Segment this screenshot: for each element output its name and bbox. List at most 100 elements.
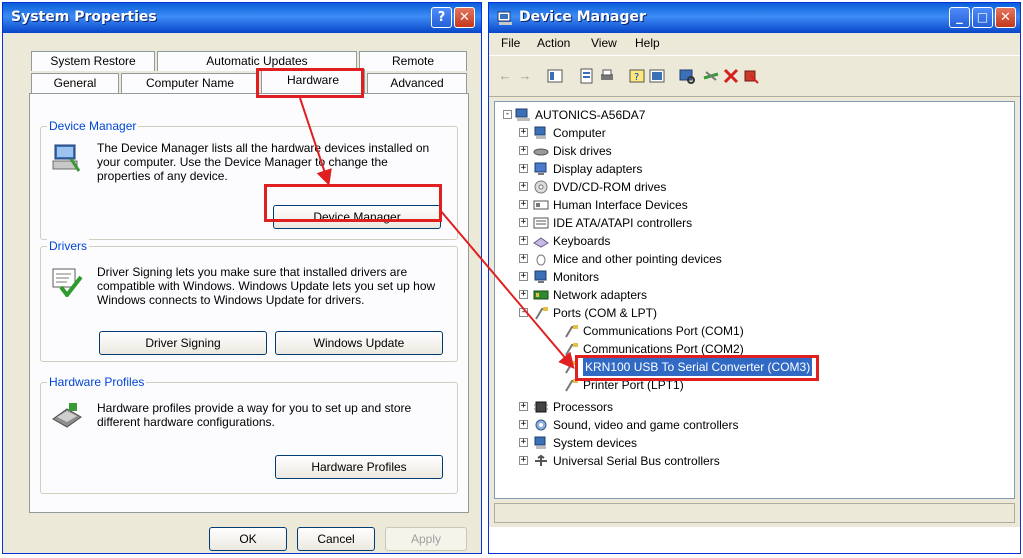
port-icon: [563, 342, 579, 356]
device-manager-group: Device Manager The Device Manager lists …: [40, 119, 458, 240]
hardware-profiles-group: Hardware Profiles Hardware profiles prov…: [40, 375, 458, 494]
display-adapter-icon: [533, 162, 549, 176]
device-manager-titlebar[interactable]: Device Manager _ □ ✕: [489, 3, 1020, 33]
dvd-drive-icon: [533, 180, 549, 194]
tree-item-network-adapters-label: Network adapters: [553, 288, 648, 302]
hardware-tab-panel: Device Manager The Device Manager lists …: [29, 93, 469, 513]
tree-item-monitors-label: Monitors: [553, 270, 600, 284]
tree-item-display-adapters-label: Display adapters: [553, 162, 643, 176]
disk-drive-icon: [533, 144, 549, 158]
tab-system-restore[interactable]: System Restore: [31, 51, 155, 71]
print-icon[interactable]: [599, 68, 615, 84]
menu-view[interactable]: View: [591, 36, 617, 50]
hardware-profiles-icon: [51, 401, 83, 431]
driver-signing-button[interactable]: Driver Signing: [99, 331, 267, 355]
windows-update-button[interactable]: Windows Update: [275, 331, 443, 355]
hardware-profiles-group-title: Hardware Profiles: [47, 375, 147, 389]
drivers-group: Drivers Driver Signing lets you make sur…: [40, 239, 458, 362]
monitor-icon: [533, 270, 549, 284]
back-arrow-icon[interactable]: ←: [497, 68, 513, 84]
annotation-box-hardware-tab: [256, 68, 364, 98]
ide-controller-icon: [533, 216, 549, 230]
device-manager-app-icon: [497, 10, 513, 26]
computer-icon: [515, 108, 531, 122]
expand-icon[interactable]: +: [519, 146, 528, 155]
menu-action[interactable]: Action: [537, 36, 570, 50]
menubar: File Action View Help: [489, 33, 1020, 53]
cancel-button[interactable]: Cancel: [297, 527, 375, 551]
collapse-icon[interactable]: -: [503, 110, 512, 119]
expand-icon[interactable]: +: [519, 200, 528, 209]
port-icon: [533, 306, 549, 320]
svg-text:?: ?: [634, 72, 639, 83]
tree-item-universal-serial-bus-controllers-label: Universal Serial Bus controllers: [553, 454, 720, 468]
sound-icon: [533, 418, 549, 432]
expand-icon[interactable]: +: [519, 272, 528, 281]
ok-button[interactable]: OK: [209, 527, 287, 551]
apply-button[interactable]: Apply: [385, 527, 467, 551]
maximize-button[interactable]: □: [972, 7, 993, 28]
help-button[interactable]: ?: [431, 7, 452, 28]
uninstall-icon[interactable]: [743, 68, 759, 84]
expand-icon[interactable]: +: [519, 438, 528, 447]
expand-icon[interactable]: +: [519, 402, 528, 411]
port-icon: [563, 324, 579, 338]
properties-icon[interactable]: [579, 68, 595, 84]
close-button[interactable]: ✕: [454, 7, 475, 28]
annotation-box-krn100-port: [575, 355, 819, 381]
tree-root-label: AUTONICS-A56DA7: [535, 108, 646, 122]
status-bar: [494, 503, 1015, 523]
help-icon[interactable]: ?: [629, 68, 645, 84]
expand-icon[interactable]: +: [519, 420, 528, 429]
forward-arrow-icon[interactable]: →: [517, 68, 533, 84]
minimize-button[interactable]: _: [949, 7, 970, 28]
tab-advanced[interactable]: Advanced: [367, 73, 467, 93]
tree-item-keyboards-label: Keyboards: [553, 234, 611, 248]
system-properties-titlebar[interactable]: System Properties ? ✕: [3, 3, 481, 33]
tree-item-system-devices-label: System devices: [553, 436, 638, 450]
device-manager-window: Device Manager _ □ ✕ File Action View He…: [488, 2, 1021, 554]
system-devices-icon: [533, 436, 549, 450]
annotation-box-device-manager-button: [264, 184, 442, 222]
view-icon[interactable]: [649, 68, 665, 84]
expand-icon[interactable]: +: [519, 164, 528, 173]
tree-item-computer-label: Computer: [553, 126, 606, 140]
menu-help[interactable]: Help: [635, 36, 660, 50]
show-hide-tree-icon[interactable]: [547, 68, 563, 84]
network-adapter-icon: [533, 288, 549, 302]
tree-item-sound-video-and-game-controllers-label: Sound, video and game controllers: [553, 418, 739, 432]
expand-icon[interactable]: +: [519, 254, 528, 263]
driver-signing-icon: [51, 265, 83, 299]
dm-close-button[interactable]: ✕: [995, 7, 1016, 28]
device-tree[interactable]: - AUTONICS-A56DA7 + Computer + Disk drives +…: [494, 101, 1015, 499]
expand-icon[interactable]: +: [519, 290, 528, 299]
tab-computer-name[interactable]: Computer Name: [121, 73, 259, 93]
port-item-0-label: Communications Port (COM1): [583, 324, 744, 338]
drivers-group-title: Drivers: [47, 239, 89, 253]
processor-icon: [533, 400, 549, 414]
drivers-description: Driver Signing lets you make sure that i…: [97, 265, 436, 307]
update-driver-icon[interactable]: [703, 68, 719, 84]
expand-icon[interactable]: +: [519, 456, 528, 465]
disable-icon[interactable]: [723, 68, 739, 84]
computer-icon: [533, 126, 549, 140]
system-properties-title: System Properties: [11, 9, 157, 25]
tree-item-disk-drives-label: Disk drives: [553, 144, 612, 158]
tree-item-human-interface-devices-label: Human Interface Devices: [553, 198, 688, 212]
desktop-area: [489, 527, 1020, 553]
tree-item-ide-ata-atapi-controllers-label: IDE ATA/ATAPI controllers: [553, 216, 693, 230]
expand-icon[interactable]: +: [519, 128, 528, 137]
expand-icon[interactable]: +: [519, 218, 528, 227]
expand-icon[interactable]: +: [519, 182, 528, 191]
hardware-profiles-button[interactable]: Hardware Profiles: [275, 455, 443, 479]
menu-file[interactable]: File: [501, 36, 520, 50]
mouse-icon: [533, 252, 549, 266]
tree-item-processors-label: Processors: [553, 400, 614, 414]
expand-icon[interactable]: +: [519, 236, 528, 245]
device-manager-group-title: Device Manager: [47, 119, 139, 133]
hid-icon: [533, 198, 549, 212]
tab-remote[interactable]: Remote: [359, 51, 467, 71]
tab-general[interactable]: General: [31, 73, 119, 93]
scan-hardware-icon[interactable]: [679, 68, 695, 84]
collapse-icon[interactable]: -: [519, 308, 528, 317]
